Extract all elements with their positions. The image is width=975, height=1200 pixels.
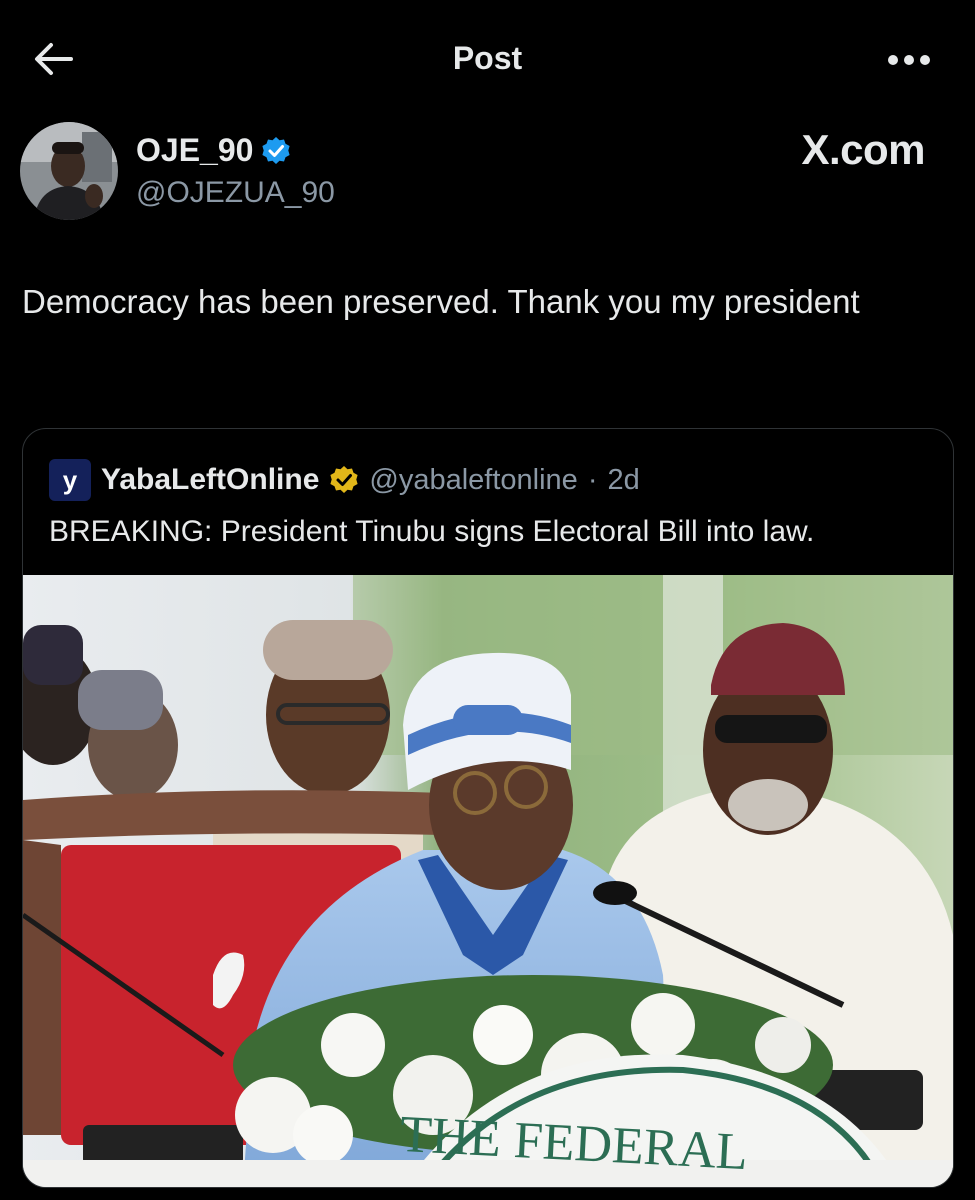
- quoted-display-name[interactable]: YabaLeftOnline: [101, 463, 319, 497]
- author-display-name[interactable]: OJE_90: [136, 132, 253, 169]
- post-text: Democracy has been preserved. Thank you …: [22, 283, 860, 320]
- quoted-post[interactable]: y YabaLeftOnline @yabaleftonline · 2d BR…: [22, 428, 954, 1188]
- quoted-avatar[interactable]: y: [49, 459, 91, 501]
- page-title: Post: [452, 40, 523, 76]
- quoted-timestamp[interactable]: 2d: [607, 464, 639, 497]
- watermark: X.com: [801, 126, 925, 173]
- verified-badge-icon: [262, 136, 291, 164]
- quoted-post-image[interactable]: THE FEDERAL: [23, 575, 953, 1187]
- verified-gold-badge-icon: [330, 466, 358, 493]
- top-bar: Post: [0, 0, 975, 118]
- quoted-post-text: BREAKING: President Tinubu signs Elector…: [49, 515, 815, 548]
- author-handle[interactable]: @OJEZUA_90: [136, 176, 335, 210]
- avatar[interactable]: [20, 122, 118, 220]
- post-author: OJE_90 @OJEZUA_90 X.com: [20, 122, 955, 222]
- more-options-button[interactable]: [885, 42, 933, 78]
- more-horizontal-icon: [888, 55, 930, 65]
- quoted-handle[interactable]: @yabaleftonline: [369, 464, 577, 497]
- author-name-row: OJE_90: [136, 132, 291, 169]
- quoted-separator: ·: [587, 463, 598, 496]
- quoted-post-header: y YabaLeftOnline @yabaleftonline · 2d: [49, 459, 640, 501]
